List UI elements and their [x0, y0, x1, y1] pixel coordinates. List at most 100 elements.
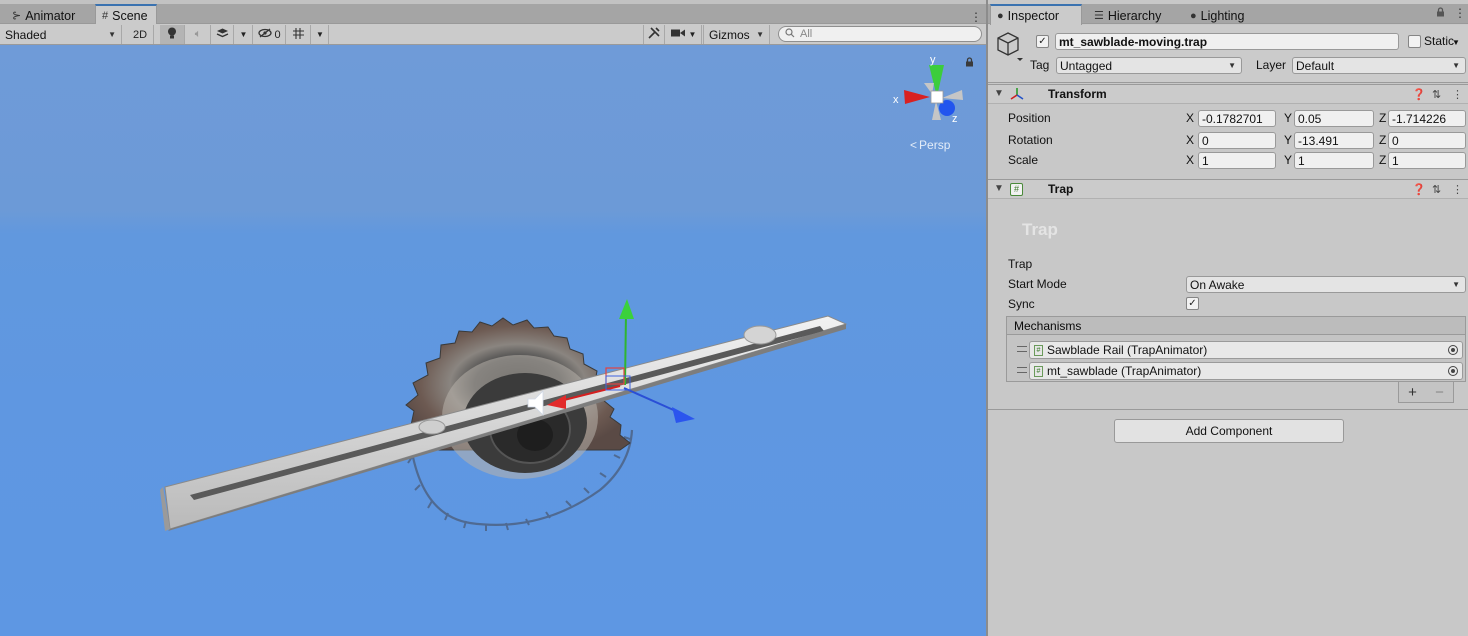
tag-value: Untagged: [1060, 58, 1113, 73]
tab-inspector-label: Inspector: [1007, 8, 1060, 23]
scene-search-input[interactable]: All: [778, 26, 982, 42]
chevron-down-icon: ▼: [1452, 61, 1460, 70]
gameobject-cube-icon[interactable]: [996, 31, 1023, 61]
tab-hierarchy-label: Hierarchy: [1107, 8, 1162, 23]
lock-icon[interactable]: [1436, 7, 1445, 20]
bulb-icon: ●: [1190, 9, 1197, 22]
remove-item-button[interactable]: −: [1435, 384, 1444, 401]
lighting-toggle-button[interactable]: [160, 25, 185, 44]
audio-toggle-button[interactable]: 🔈︎: [186, 25, 211, 44]
lightbulb-icon: [167, 27, 177, 43]
presets-icon[interactable]: ⇅: [1432, 88, 1441, 101]
drag-handle-icon[interactable]: [1017, 346, 1027, 352]
axis-x-label: X: [1186, 133, 1195, 147]
eye-slash-icon: [258, 28, 273, 41]
hidden-objects-toggle[interactable]: 0: [254, 25, 286, 44]
rotation-y-field[interactable]: -13.491: [1294, 132, 1374, 149]
tab-hierarchy[interactable]: ☰ Hierarchy: [1088, 6, 1169, 25]
mechanisms-list-header[interactable]: Mechanisms: [1006, 316, 1466, 335]
tab-inspector[interactable]: ● Inspector: [990, 4, 1082, 25]
mechanism-1-value: mt_sawblade (TrapAnimator): [1047, 364, 1202, 378]
speaker-icon: 🔈︎: [194, 28, 202, 40]
wrench-icon: [648, 27, 660, 42]
axis-x-label: X: [1186, 111, 1195, 125]
component-menu-icon[interactable]: ⋮: [1452, 88, 1463, 101]
fold-arrow-icon[interactable]: ▼: [994, 183, 1004, 194]
projection-toggle[interactable]: < Persp: [910, 138, 950, 152]
orientation-gizmo: y x z: [893, 54, 963, 125]
list-item[interactable]: # Sawblade Rail (TrapAnimator): [1029, 341, 1463, 359]
add-component-button[interactable]: Add Component: [1114, 419, 1344, 443]
hidden-count: 0: [274, 28, 281, 41]
draw-mode-dropdown[interactable]: Shaded ▼: [0, 25, 122, 44]
projection-label: Persp: [919, 138, 951, 152]
list-icon: ☰: [1094, 10, 1104, 22]
presets-icon[interactable]: ⇅: [1432, 183, 1441, 196]
2d-toggle-button[interactable]: 2D: [127, 25, 154, 44]
camera-settings-button[interactable]: ▼: [666, 25, 702, 44]
tag-dropdown[interactable]: Untagged ▼: [1056, 57, 1242, 74]
axis-y-label: Y: [1284, 153, 1293, 167]
camera-icon: [670, 28, 685, 41]
trap-header[interactable]: ▼ # Trap ❓ ⇅ ⋮: [988, 179, 1468, 199]
list-item[interactable]: # mt_sawblade (TrapAnimator): [1029, 362, 1463, 380]
object-picker-icon[interactable]: [1448, 345, 1458, 355]
static-label: Static: [1424, 34, 1455, 48]
scale-z-field[interactable]: 1: [1388, 152, 1466, 169]
chevron-down-icon: ▼: [756, 30, 764, 39]
static-checkbox[interactable]: [1408, 35, 1421, 48]
layer-dropdown[interactable]: Default ▼: [1292, 57, 1466, 74]
rotation-z-field[interactable]: 0: [1388, 132, 1466, 149]
start-mode-label: Start Mode: [1008, 277, 1067, 291]
chevron-down-icon[interactable]: ▼: [1452, 38, 1460, 47]
tab-lighting-label: Lighting: [1200, 8, 1245, 23]
grid-toggle-button[interactable]: [287, 25, 311, 44]
script-icon: #: [1034, 344, 1043, 356]
sync-label: Sync: [1008, 297, 1035, 311]
chevron-down-icon: ▼: [316, 30, 324, 39]
transform-header[interactable]: ▼ Transform ❓ ⇅ ⋮: [988, 84, 1468, 104]
fold-arrow-icon[interactable]: ▼: [994, 88, 1004, 99]
help-icon[interactable]: ❓: [1412, 183, 1426, 196]
inspector-menu-icon[interactable]: ⋮: [1454, 7, 1466, 19]
start-mode-dropdown[interactable]: On Awake ▼: [1186, 276, 1466, 293]
effects-dropdown[interactable]: ▼: [235, 25, 253, 44]
animator-icon: ⊱: [12, 10, 22, 22]
search-icon: [785, 27, 795, 41]
layer-value: Default: [1296, 58, 1335, 73]
list-footer: + −: [1398, 382, 1454, 403]
grid-dropdown[interactable]: ▼: [312, 25, 329, 44]
drag-handle-icon[interactable]: [1017, 367, 1027, 373]
scene-viewport[interactable]: y x z < Persp: [0, 45, 986, 636]
perspective-icon: <: [910, 138, 918, 152]
tab-scene[interactable]: # Scene: [95, 4, 157, 25]
tab-animator[interactable]: ⊱ Animator: [6, 6, 83, 25]
effects-toggle-button[interactable]: [212, 25, 234, 44]
scale-y-field[interactable]: 1: [1294, 152, 1374, 169]
position-x-value: -0.1782701: [1202, 111, 1263, 126]
draw-mode-value: Shaded: [5, 27, 47, 42]
position-y-value: 0.05: [1298, 111, 1322, 126]
tab-lighting[interactable]: ● Lighting: [1184, 6, 1252, 25]
object-name-field[interactable]: mt_sawblade-moving.trap: [1055, 33, 1399, 50]
active-checkbox[interactable]: ✓: [1036, 35, 1049, 48]
scene-toolbar: Shaded ▼ 2D 🔈︎ ▼ 0 ▼ ▼ Gizmos ▼ All: [0, 24, 986, 45]
help-icon[interactable]: ❓: [1412, 88, 1426, 101]
scene-menu-icon[interactable]: ⋮: [970, 11, 982, 23]
sync-checkbox[interactable]: ✓: [1186, 297, 1199, 310]
gizmos-dropdown[interactable]: Gizmos ▼: [703, 25, 770, 44]
script-icon: #: [1034, 365, 1043, 377]
chevron-down-icon: ▼: [239, 30, 248, 39]
grid-icon: #: [102, 9, 109, 22]
component-menu-icon[interactable]: ⋮: [1452, 183, 1463, 196]
axis-y-label: Y: [1284, 111, 1293, 125]
position-x-field[interactable]: -0.1782701: [1198, 110, 1276, 127]
scale-x-field[interactable]: 1: [1198, 152, 1276, 169]
add-item-button[interactable]: +: [1408, 384, 1417, 401]
scene-window: ⊱ Animator # Scene ⋮ Shaded ▼ 2D 🔈︎ ▼ 0 …: [0, 0, 986, 636]
tools-button[interactable]: [643, 25, 665, 44]
object-picker-icon[interactable]: [1448, 366, 1458, 376]
position-z-field[interactable]: -1.714226: [1388, 110, 1466, 127]
position-y-field[interactable]: 0.05: [1294, 110, 1374, 127]
rotation-x-field[interactable]: 0: [1198, 132, 1276, 149]
